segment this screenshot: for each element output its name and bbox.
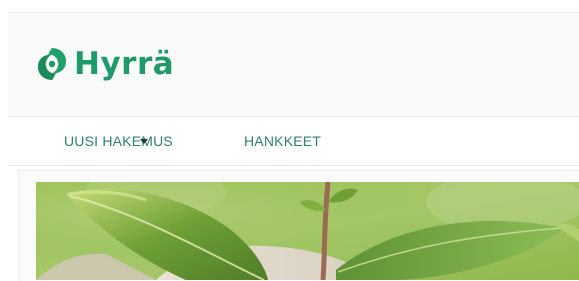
nav-item-projects[interactable]: HANKKEET [244, 117, 321, 165]
main-nav: UUSI HAKEMUS HANKKEET [8, 116, 579, 166]
logo-text: Hyrrä [74, 46, 175, 82]
logo[interactable]: Hyrrä [34, 42, 174, 86]
hero-image [36, 182, 579, 280]
seedling-in-hand-photo [36, 182, 579, 280]
hyrra-logo-icon [37, 48, 67, 80]
site-header: Hyrrä [8, 12, 579, 117]
chevron-down-icon[interactable] [140, 139, 148, 144]
nav-item-new-application[interactable]: UUSI HAKEMUS [64, 117, 173, 165]
